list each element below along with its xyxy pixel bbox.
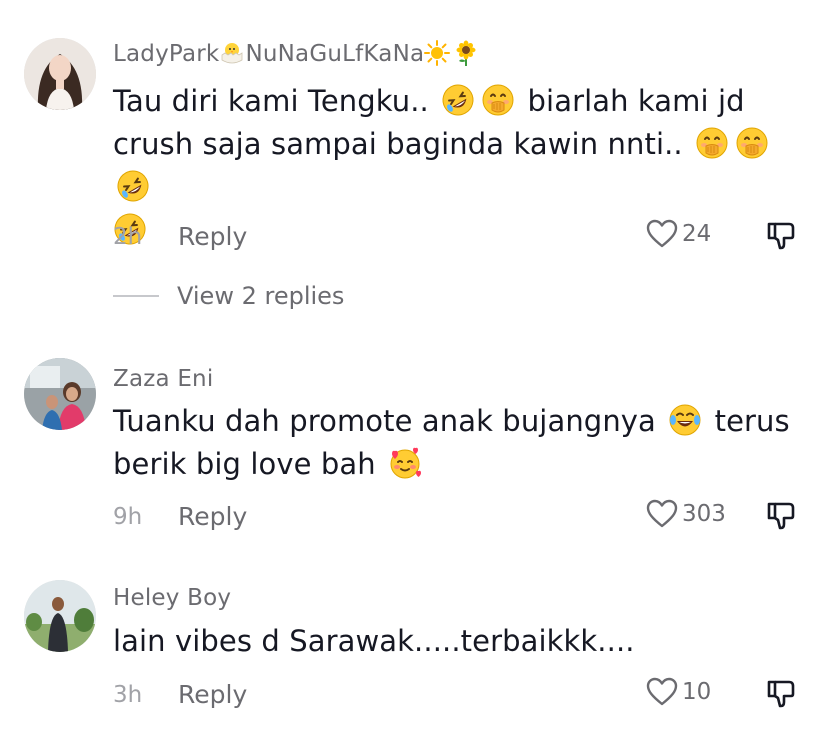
thumbs-down-icon	[765, 219, 797, 251]
username[interactable]: Zaza Eni	[113, 366, 213, 392]
comment-time: 3h	[113, 682, 143, 708]
smiling-hearts-icon	[388, 446, 422, 480]
reply-button[interactable]: Reply	[178, 502, 247, 531]
heart-outline-icon	[646, 219, 678, 249]
comment-text-segment: terus	[714, 404, 790, 438]
sunflower-icon	[453, 40, 479, 66]
username[interactable]: LadyPark NuNaGuLfKaNa	[113, 40, 479, 67]
view-replies-button[interactable]: View 2 replies	[113, 282, 344, 310]
comment-text-segment: crush saja sampai baginda kawin nnti..	[113, 127, 683, 161]
tears-of-joy-icon	[668, 403, 702, 437]
divider	[113, 295, 159, 297]
like-button[interactable]: 303	[646, 499, 726, 529]
comment-text-segment: lain vibes d Sarawak.....terbaikkk....	[113, 624, 635, 658]
view-replies-label: View 2 replies	[177, 282, 345, 310]
reply-button[interactable]: Reply	[178, 222, 247, 251]
dislike-button[interactable]	[765, 677, 797, 709]
like-button[interactable]: 10	[646, 677, 711, 707]
hatching-chick-icon	[219, 40, 245, 66]
comment-text-segment: biarlah kami jd	[527, 84, 745, 118]
username[interactable]: Heley Boy	[113, 585, 231, 611]
comment-text-segment: Tuanku dah promote anak bujangnya	[113, 404, 656, 438]
comment-text: lain vibes d Sarawak.....terbaikkk....	[113, 620, 803, 663]
comment-time: 9h	[113, 504, 143, 530]
rofl-icon	[441, 83, 475, 117]
heart-outline-icon	[646, 677, 678, 707]
like-count: 24	[682, 221, 712, 247]
heart-outline-icon	[646, 499, 678, 529]
sun-icon	[424, 40, 450, 66]
like-count: 10	[682, 679, 712, 705]
avatar[interactable]	[24, 580, 96, 652]
hand-over-mouth-icon	[735, 126, 769, 160]
like-button[interactable]: 24	[646, 219, 711, 249]
thumbs-down-icon	[765, 499, 797, 531]
comment-time: 2h	[113, 224, 143, 250]
like-count: 303	[682, 501, 726, 527]
rofl-icon	[116, 169, 150, 203]
dislike-button[interactable]	[765, 499, 797, 531]
thumbs-down-icon	[765, 677, 797, 709]
comment-text: Tuanku dah promote anak bujangnya terus …	[113, 400, 803, 486]
comment-text-segment: Tau diri kami Tengku..	[113, 84, 429, 118]
dislike-button[interactable]	[765, 219, 797, 251]
username-part: NuNaGuLfKaNa	[245, 41, 425, 67]
avatar[interactable]	[24, 38, 96, 110]
reply-button[interactable]: Reply	[178, 680, 247, 709]
username-part: LadyPark	[113, 41, 220, 67]
avatar[interactable]	[24, 358, 96, 430]
hand-over-mouth-icon	[481, 83, 515, 117]
comment-text-segment: berik big love bah	[113, 447, 376, 481]
hand-over-mouth-icon	[695, 126, 729, 160]
